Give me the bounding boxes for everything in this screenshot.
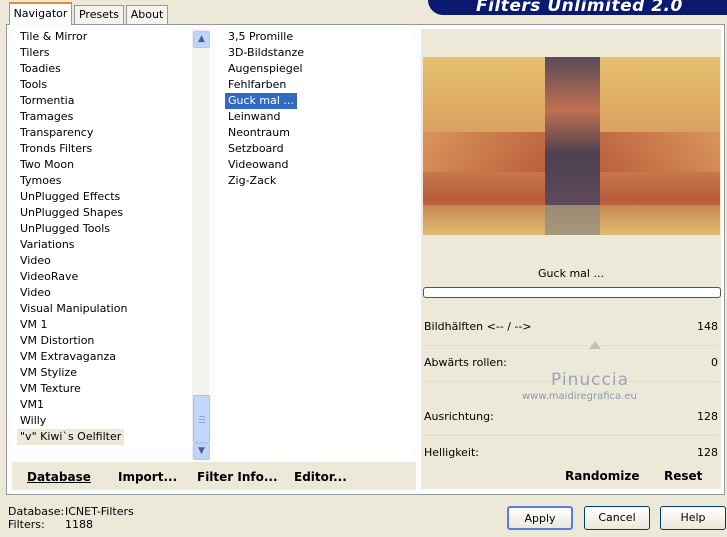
category-item[interactable]: Transparency [20,125,93,141]
param-label: Helligkeit: [424,446,480,459]
scroll-up-arrow-icon[interactable]: ▲ [193,31,210,48]
slider-bildhaelften[interactable] [421,337,721,353]
filter-item[interactable]: Augenspiegel [228,61,303,77]
category-item[interactable]: Tools [20,77,47,93]
import-button[interactable]: Import... [118,470,177,484]
selected-filter-name: Guck mal ... [538,267,604,280]
category-item[interactable]: VideoRave [20,269,78,285]
tab-about[interactable]: About [126,5,168,24]
category-item[interactable]: UnPlugged Shapes [20,205,123,221]
category-item[interactable]: Visual Manipulation [20,301,127,317]
category-item[interactable]: Willy [20,413,46,429]
filter-item[interactable]: Setzboard [228,141,284,157]
navigator-button-bar: Database Import... Filter Info... Editor… [12,462,416,490]
category-item[interactable]: VM 1 [20,317,48,333]
category-item[interactable]: Tymoes [20,173,61,189]
status-database-value: ICNET-Filters [65,505,134,518]
category-item[interactable]: Two Moon [20,157,74,173]
status-database-label: Database: [8,505,65,518]
preview-image [423,57,720,235]
cancel-button[interactable]: Cancel [584,506,650,530]
category-item[interactable]: Video [20,253,51,269]
database-button[interactable]: Database [27,470,91,484]
filter-item[interactable]: Leinwand [228,109,280,125]
param-ausrichtung: Ausrichtung: 128 [421,410,721,426]
category-item[interactable]: Variations [20,237,75,253]
editor-button[interactable]: Editor... [294,470,347,484]
param-value: 128 [697,446,718,459]
help-button[interactable]: Help [660,506,726,530]
watermark-name: Pinuccia [551,370,629,390]
reset-button[interactable]: Reset [664,469,702,483]
filter-item[interactable]: Zig-Zack [228,173,276,189]
param-bildhaelften: Bildhälften <-- / --> 148 [421,320,721,336]
param-label: Bildhälften <-- / --> [424,320,532,333]
progress-bar [423,287,721,298]
app-title-banner: Filters Unlimited 2.0 [428,0,727,15]
category-item[interactable]: Tronds Filters [20,141,92,157]
status-filters-value: 1188 [65,518,93,531]
category-item[interactable]: UnPlugged Effects [20,189,120,205]
category-list[interactable]: Tile & Mirror Tilers Toadies Tools Torme… [14,29,192,449]
param-value: 0 [711,356,718,369]
watermark-url: www.maidiregrafica.eu [522,391,637,402]
category-item[interactable]: Tormentia [20,93,74,109]
filter-item[interactable]: Neontraum [228,125,290,141]
scrollbar-thumb[interactable] [193,395,210,443]
category-item[interactable]: Tilers [20,45,50,61]
tab-presets[interactable]: Presets [74,5,124,24]
filter-item-selected[interactable]: Guck mal ... [225,93,297,109]
status-database: Database: ICNET-Filters [8,505,134,518]
filter-list[interactable]: 3,5 Promille 3D-Bildstanze Augenspiegel … [216,29,414,460]
filter-item[interactable]: Videowand [228,157,289,173]
filter-item[interactable]: 3,5 Promille [228,29,293,45]
category-item[interactable]: Tile & Mirror [20,29,87,45]
filter-item[interactable]: Fehlfarben [228,77,286,93]
slider-thumb[interactable] [589,341,601,349]
category-item[interactable]: Toadies [20,61,61,77]
tab-navigator[interactable]: Navigator [9,2,72,25]
category-item-selected[interactable]: "v" Kiwi`s Oelfilter [17,429,125,445]
param-helligkeit: Helligkeit: 128 [421,446,721,462]
apply-button[interactable]: Apply [507,506,573,530]
category-item[interactable]: VM1 [20,397,44,413]
filter-info-button[interactable]: Filter Info... [197,470,278,484]
param-value: 148 [697,320,718,333]
status-filters-label: Filters: [8,518,45,531]
category-scrollbar[interactable]: ▲ ▼ [192,29,210,460]
randomize-button[interactable]: Randomize [565,469,639,483]
param-label: Abwärts rollen: [424,356,507,369]
scroll-down-arrow-icon[interactable]: ▼ [193,443,210,460]
category-item[interactable]: VM Extravaganza [20,349,116,365]
category-item[interactable]: VM Distortion [20,333,94,349]
category-item[interactable]: UnPlugged Tools [20,221,110,237]
slider-ausrichtung[interactable] [421,427,721,443]
category-item[interactable]: VM Stylize [20,365,77,381]
filter-item[interactable]: 3D-Bildstanze [228,45,304,61]
category-item[interactable]: VM Texture [20,381,81,397]
category-item[interactable]: Tramages [20,109,73,125]
status-filters: Filters: 1188 [8,518,93,531]
param-label: Ausrichtung: [424,410,494,423]
preview-graphic [423,57,720,235]
param-value: 128 [697,410,718,423]
category-item[interactable]: Video [20,285,51,301]
